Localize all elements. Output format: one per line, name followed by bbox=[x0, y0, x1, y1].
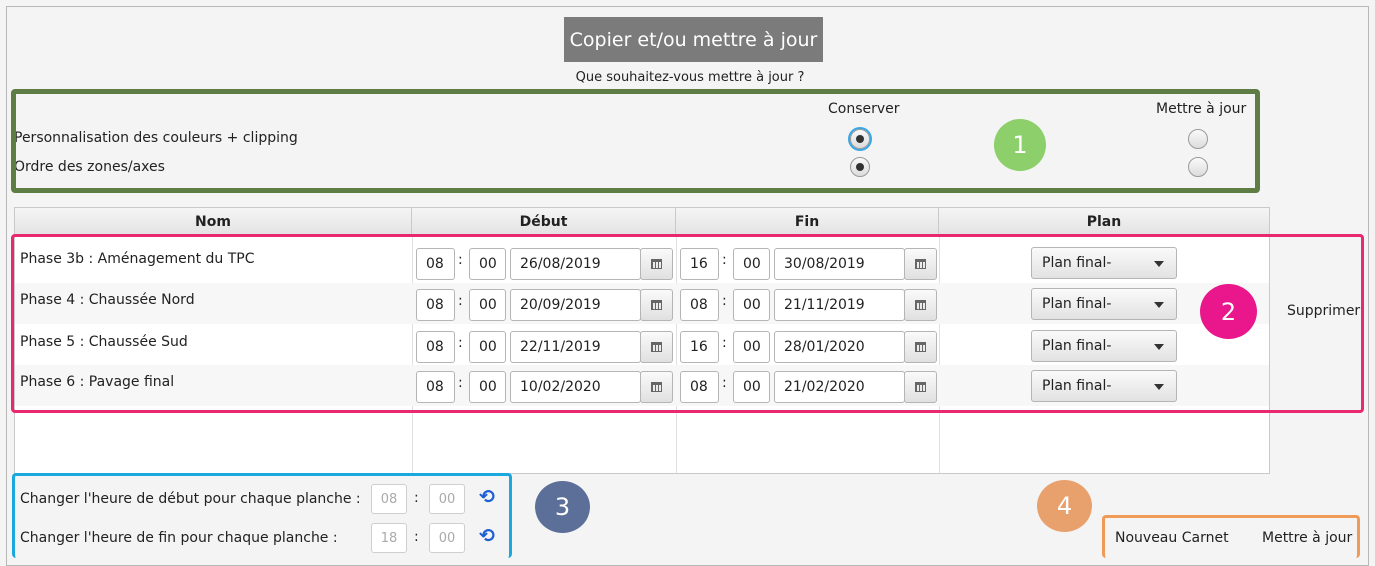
header-fin[interactable]: Fin bbox=[676, 208, 939, 236]
header-plan[interactable]: Plan bbox=[939, 208, 1269, 236]
table-header: Nom Début Fin Plan bbox=[15, 208, 1269, 236]
badge-3: 3 bbox=[535, 481, 590, 533]
new-notebook-button[interactable]: Nouveau Carnet bbox=[1115, 530, 1229, 546]
highlight-options bbox=[11, 89, 1260, 193]
header-debut[interactable]: Début bbox=[412, 208, 676, 236]
question-text: Que souhaitez-vous mettre à jour ? bbox=[575, 70, 805, 85]
badge-2: 2 bbox=[1200, 284, 1257, 339]
delete-label[interactable]: Supprimer bbox=[1287, 303, 1360, 319]
highlight-table bbox=[11, 234, 1364, 413]
header-nom[interactable]: Nom bbox=[15, 208, 412, 236]
dialog-title: Copier et/ou mettre à jour bbox=[564, 17, 823, 62]
highlight-bulk bbox=[12, 473, 512, 558]
badge-4: 4 bbox=[1037, 480, 1092, 532]
update-button[interactable]: Mettre à jour bbox=[1262, 530, 1352, 546]
badge-1: 1 bbox=[994, 119, 1046, 171]
